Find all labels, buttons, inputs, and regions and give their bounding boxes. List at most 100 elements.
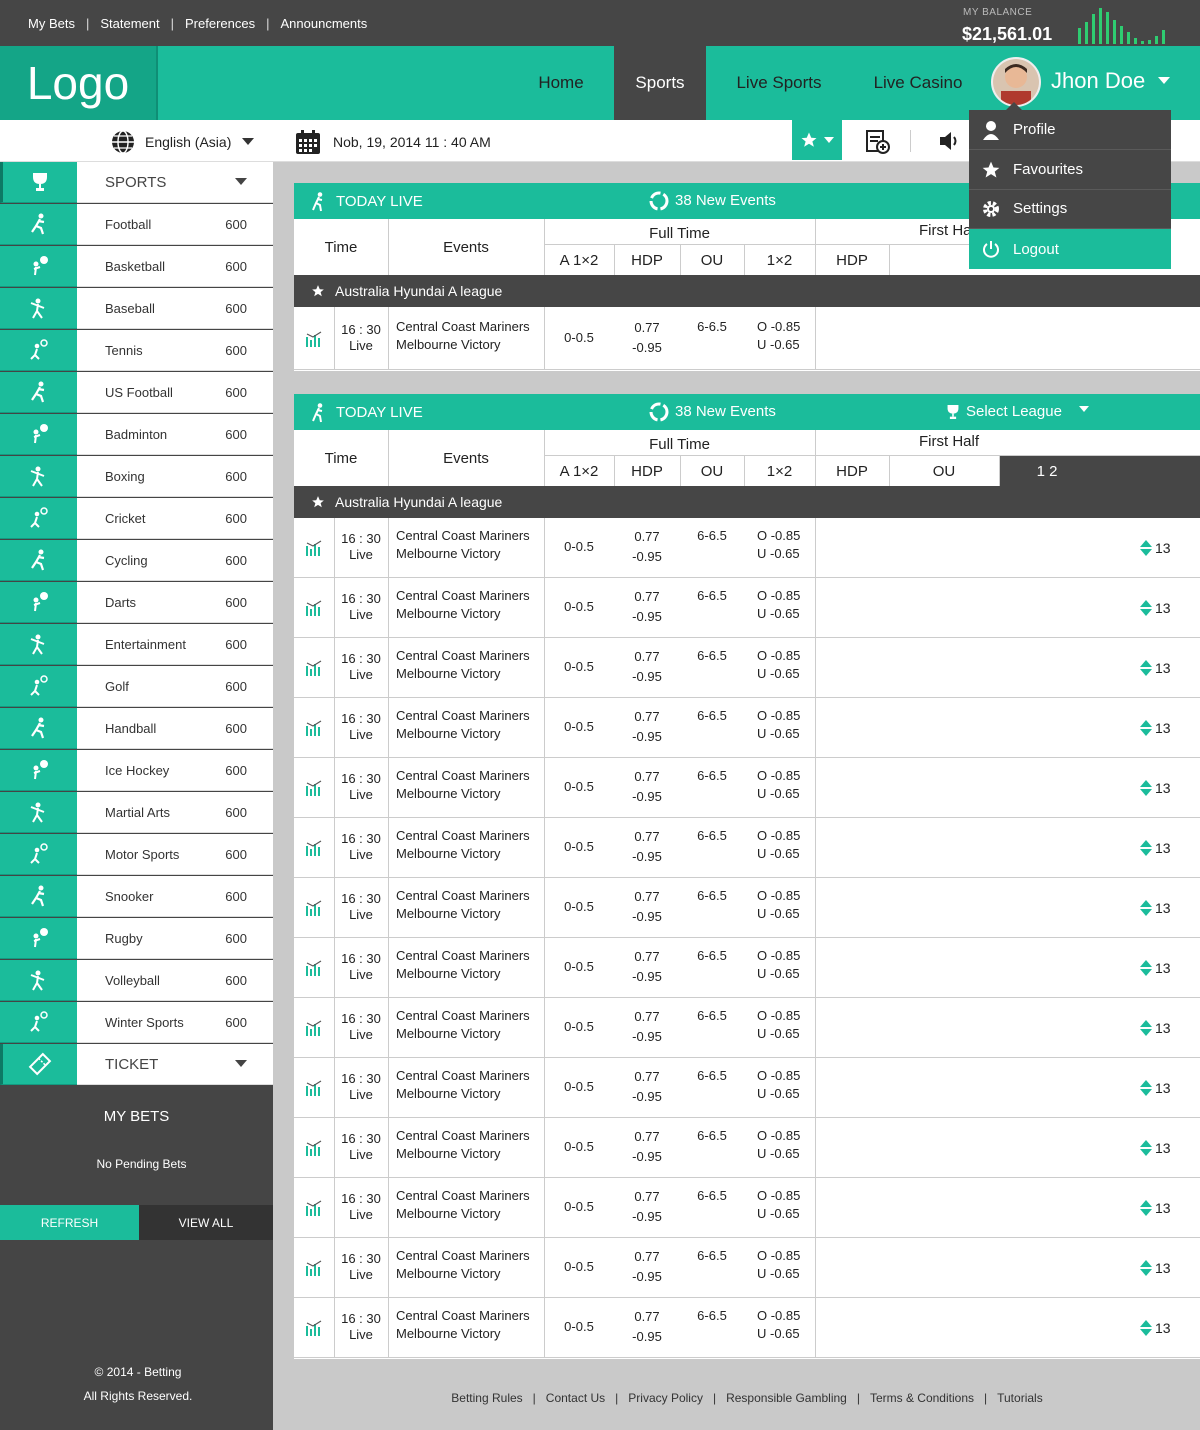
table-row[interactable]: 16 : 30 Live Central Coast Mariners Melbour…: [294, 878, 1200, 938]
sidebar-item-football[interactable]: Football 600: [0, 204, 273, 246]
table-row[interactable]: 16 : 30 Live Central Coast Mariners Melbour…: [294, 998, 1200, 1058]
live-stats-icon[interactable]: [305, 600, 323, 616]
odds-under[interactable]: U -0.65: [757, 336, 800, 354]
odds-hdp-top[interactable]: 0.77: [614, 767, 680, 787]
top-link-statement[interactable]: Statement: [100, 16, 159, 31]
top-link-preferences[interactable]: Preferences: [185, 16, 255, 31]
sidebar-item-us-football[interactable]: US Football 600: [0, 372, 273, 414]
table-row[interactable]: 16 : 30 Live Central Coast Mariners Melbour…: [294, 698, 1200, 758]
league-row[interactable]: Australia Hyundai A league: [294, 486, 1200, 518]
home-team[interactable]: Central Coast Mariners: [396, 647, 530, 665]
sidebar-ticket-header[interactable]: TICKET: [0, 1044, 273, 1086]
live-stats-icon[interactable]: [305, 780, 323, 796]
table-row[interactable]: 16 : 30 Live Central Coast Mariners Melbour…: [294, 578, 1200, 638]
live-stats-icon[interactable]: [305, 960, 323, 976]
odds-over[interactable]: O -0.85: [757, 587, 800, 605]
select-league-dropdown[interactable]: Select League: [966, 403, 1062, 420]
more-markets[interactable]: 13: [1140, 1200, 1171, 1216]
table-row[interactable]: 16 : 30 Live Central Coast Mariners Melbour…: [294, 758, 1200, 818]
odds-under[interactable]: U -0.65: [757, 1145, 800, 1163]
more-markets[interactable]: 13: [1140, 1020, 1171, 1036]
odds-under[interactable]: U -0.65: [757, 785, 800, 803]
odds-a12[interactable]: 0-0.5: [544, 658, 614, 676]
star-icon[interactable]: [311, 284, 325, 298]
odds-hdp-top[interactable]: 0.77: [614, 947, 680, 967]
more-markets[interactable]: 13: [1140, 1080, 1171, 1096]
live-stats-icon[interactable]: [305, 660, 323, 676]
away-team[interactable]: Melbourne Victory: [396, 845, 530, 863]
sidebar-item-snooker[interactable]: Snooker 600: [0, 876, 273, 918]
refresh-button[interactable]: REFRESH: [0, 1205, 139, 1240]
odds-hdp-bottom[interactable]: -0.95: [614, 667, 680, 687]
odds-under[interactable]: U -0.65: [757, 845, 800, 863]
odds-ou[interactable]: 6-6.5: [680, 1187, 744, 1205]
live-stats-icon[interactable]: [305, 1140, 323, 1156]
odds-a12[interactable]: 0-0.5: [544, 1318, 614, 1336]
nav-sports[interactable]: Sports: [614, 46, 706, 120]
live-stats-icon[interactable]: [305, 840, 323, 856]
odds-a12[interactable]: 0-0.5: [544, 1138, 614, 1156]
away-team[interactable]: Melbourne Victory: [396, 336, 530, 354]
odds-over[interactable]: O -0.85: [757, 318, 800, 336]
live-stats-icon[interactable]: [305, 1260, 323, 1276]
away-team[interactable]: Melbourne Victory: [396, 785, 530, 803]
footer-link-tutorials[interactable]: Tutorials: [997, 1391, 1043, 1405]
odds-hdp-bottom[interactable]: -0.95: [614, 847, 680, 867]
away-team[interactable]: Melbourne Victory: [396, 905, 530, 923]
away-team[interactable]: Melbourne Victory: [396, 605, 530, 623]
away-team[interactable]: Melbourne Victory: [396, 665, 530, 683]
sidebar-item-darts[interactable]: Darts 600: [0, 582, 273, 624]
sidebar-item-cricket[interactable]: Cricket 600: [0, 498, 273, 540]
home-team[interactable]: Central Coast Mariners: [396, 587, 530, 605]
odds-over[interactable]: O -0.85: [757, 947, 800, 965]
odds-over[interactable]: O -0.85: [757, 887, 800, 905]
odds-ou[interactable]: 6-6.5: [680, 887, 744, 905]
odds-hdp-top[interactable]: 0.77: [614, 1187, 680, 1207]
league-row[interactable]: Australia Hyundai A league: [294, 275, 1200, 307]
home-team[interactable]: Central Coast Mariners: [396, 707, 530, 725]
more-markets[interactable]: 13: [1140, 900, 1171, 916]
odds-hdp-top[interactable]: 0.77: [614, 887, 680, 907]
footer-link-terms-conditions[interactable]: Terms & Conditions: [870, 1391, 974, 1405]
odds-over[interactable]: O -0.85: [757, 1127, 800, 1145]
sidebar-item-volleyball[interactable]: Volleyball 600: [0, 960, 273, 1002]
odds-under[interactable]: U -0.65: [757, 905, 800, 923]
odds-ou[interactable]: 6-6.5: [680, 1307, 744, 1325]
user-chevron-down-icon[interactable]: [1158, 77, 1170, 85]
footer-link-privacy-policy[interactable]: Privacy Policy: [628, 1391, 703, 1405]
sidebar-item-tennis[interactable]: Tennis 600: [0, 330, 273, 372]
more-markets[interactable]: 13: [1140, 960, 1171, 976]
away-team[interactable]: Melbourne Victory: [396, 1325, 530, 1343]
odds-hdp-top[interactable]: 0.77: [614, 1307, 680, 1327]
sidebar-sports-header[interactable]: SPORTS: [0, 162, 273, 204]
table-row[interactable]: 16 : 30 Live Central Coast Mariners Melbour…: [294, 1178, 1200, 1238]
more-markets[interactable]: 13: [1140, 540, 1171, 556]
odds-hdp-top[interactable]: 0.77: [614, 707, 680, 727]
home-team[interactable]: Central Coast Mariners: [396, 318, 530, 336]
dropdown-favourites[interactable]: Favourites: [969, 150, 1171, 190]
odds-hdp-top[interactable]: 0.77: [614, 827, 680, 847]
odds-hdp-top[interactable]: 0.77: [614, 587, 680, 607]
language-selector[interactable]: English (Asia): [110, 129, 255, 155]
odds-over[interactable]: O -0.85: [757, 527, 800, 545]
more-markets[interactable]: 13: [1140, 720, 1171, 736]
away-team[interactable]: Melbourne Victory: [396, 1265, 530, 1283]
sidebar-item-golf[interactable]: Golf 600: [0, 666, 273, 708]
star-icon[interactable]: [311, 495, 325, 509]
home-team[interactable]: Central Coast Mariners: [396, 947, 530, 965]
top-link-my-bets[interactable]: My Bets: [28, 16, 75, 31]
sidebar-item-winter-sports[interactable]: Winter Sports 600: [0, 1002, 273, 1044]
table-row[interactable]: 16 : 30 Live Central Coast Mariners Melbour…: [294, 818, 1200, 878]
odds-hdp-bottom[interactable]: -0.95: [614, 1087, 680, 1107]
odds-hdp-bottom[interactable]: -0.95: [614, 787, 680, 807]
table-row[interactable]: 16 : 30 Live Central Coast Mariners Melbour…: [294, 1058, 1200, 1118]
odds-under[interactable]: U -0.65: [757, 1205, 800, 1223]
odds-over[interactable]: O -0.85: [757, 647, 800, 665]
home-team[interactable]: Central Coast Mariners: [396, 827, 530, 845]
odds-under[interactable]: U -0.65: [757, 1085, 800, 1103]
logo[interactable]: Logo: [0, 46, 158, 120]
away-team[interactable]: Melbourne Victory: [396, 1025, 530, 1043]
odds-hdp-top[interactable]: 0.77: [614, 1127, 680, 1147]
more-markets[interactable]: 13: [1140, 600, 1171, 616]
favourites-toggle-button[interactable]: [792, 120, 842, 160]
